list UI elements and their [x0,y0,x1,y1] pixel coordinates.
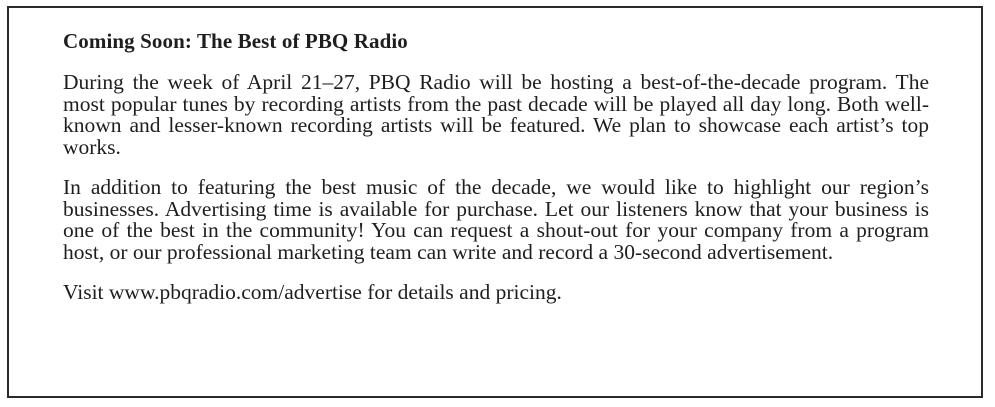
notice-box: Coming Soon: The Best of PBQ Radio Durin… [7,6,983,398]
notice-paragraph-program: During the week of April 21–27, PBQ Radi… [63,70,929,159]
notice-paragraph-visit: Visit www.pbqradio.com/advertise for det… [63,280,562,304]
notice-paragraph-advertising: In addition to featuring the best music … [63,175,929,264]
notice-title: Coming Soon: The Best of PBQ Radio [63,29,408,53]
